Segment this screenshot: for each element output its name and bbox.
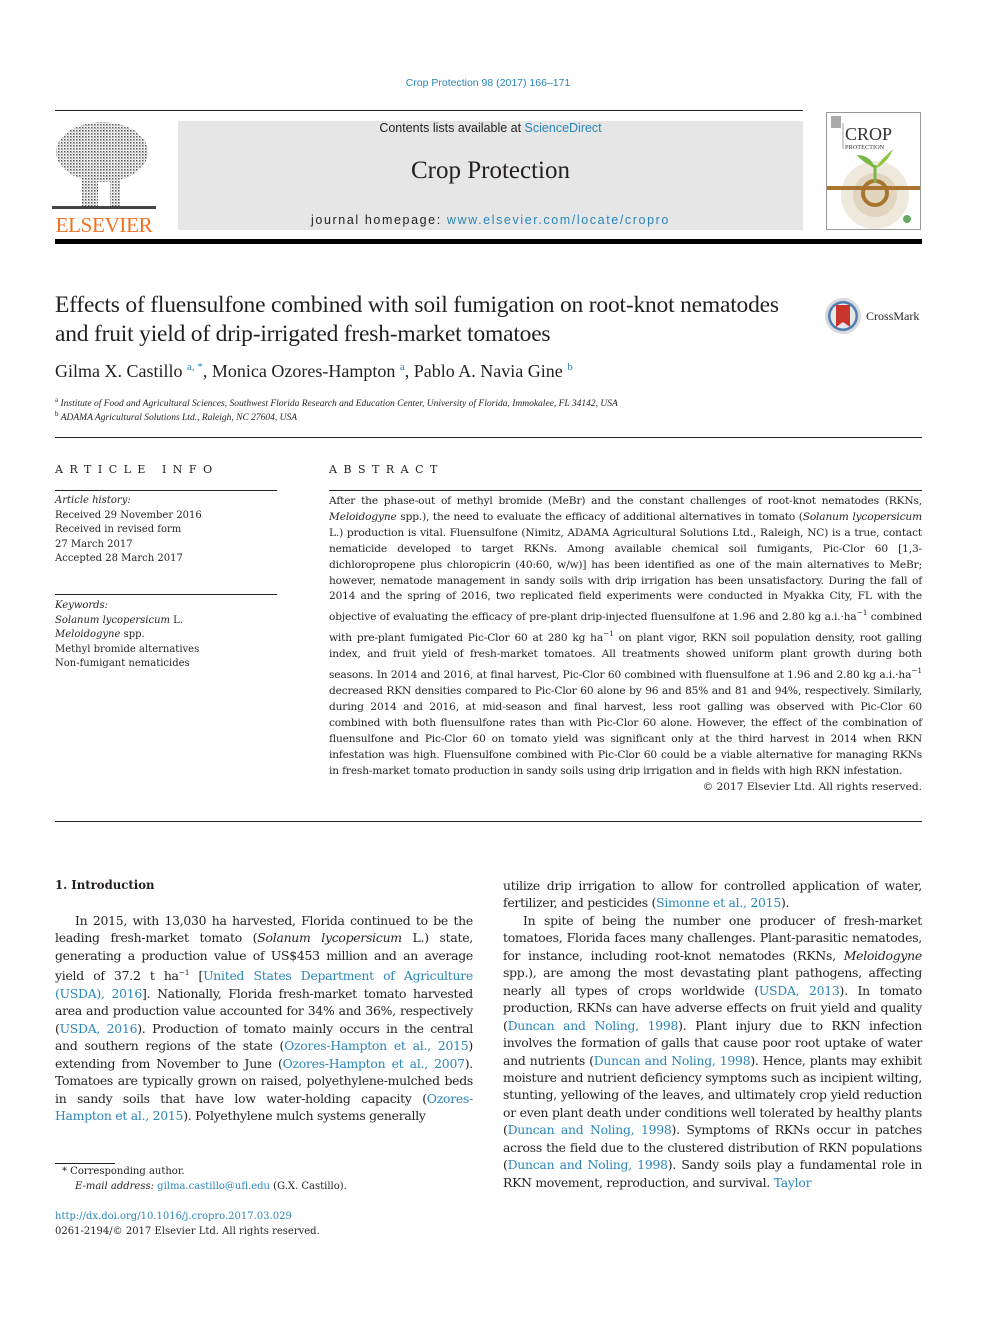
citation-link[interactable]: Duncan and Noling, 1998 — [508, 1122, 672, 1137]
keywords-label: Keywords: — [55, 600, 109, 611]
abstract-rule — [329, 490, 922, 491]
crossmark-label: CrossMark — [866, 308, 920, 323]
article-history: Article history: Received 29 November 20… — [55, 494, 277, 567]
header-top-rule — [55, 110, 803, 111]
journal-reference-link[interactable]: Crop Protection 98 (2017) 166–171 — [0, 77, 976, 89]
introduction-right-column: utilize drip irrigation to allow for con… — [503, 877, 922, 1191]
keyword-item: Solanum lycopersicum L. — [55, 614, 183, 626]
journal-homepage-link[interactable]: www.elsevier.com/locate/cropro — [447, 213, 670, 227]
issn-copyright: 0261-2194/© 2017 Elsevier Ltd. All right… — [55, 1226, 320, 1237]
affiliation-text: Institute of Food and Agricultural Scien… — [60, 399, 618, 409]
citation-link[interactable]: Duncan and Noling, 1998 — [508, 1157, 668, 1172]
cover-title-crop: CROP — [845, 124, 892, 144]
abstract-text: After the phase-out of methyl bromide (M… — [329, 495, 923, 777]
author-name: Monica Ozores-Hampton — [211, 361, 396, 381]
citation-link[interactable]: USDA, 2016 — [60, 1021, 138, 1036]
elsevier-wordmark: ELSEVIER — [55, 213, 153, 237]
crossmark-icon — [825, 298, 861, 334]
affiliation-a: a Institute of Food and Agricultural Sci… — [55, 396, 618, 409]
paragraph: utilize drip irrigation to allow for con… — [503, 878, 922, 911]
email-note: E-mail address: gilma.castillo@ufl.edu (… — [75, 1181, 347, 1192]
history-item: Received in revised form — [55, 524, 182, 535]
author-affiliation-mark[interactable]: a — [400, 361, 405, 373]
article-info-heading: ARTICLE INFO — [55, 463, 219, 476]
keywords-rule — [55, 594, 277, 595]
introduction-left-column: In 2015, with 13,030 ha harvested, Flori… — [55, 913, 473, 1123]
crop-protection-cover-icon: CROP PROTECTION — [827, 116, 920, 229]
history-item: Received 29 November 2016 — [55, 509, 202, 521]
journal-title: Crop Protection — [410, 157, 570, 184]
citation-link[interactable]: Duncan and Noling, 1998 — [508, 1018, 679, 1033]
history-item: Accepted 28 March 2017 — [55, 553, 183, 564]
abstract-heading: ABSTRACT — [329, 463, 444, 476]
footnote-rule — [55, 1163, 115, 1164]
author-name: Pablo A. Navia Gine — [413, 361, 563, 381]
sciencedirect-link[interactable]: ScienceDirect — [525, 121, 602, 135]
author-list: Gilma X. Castillo a, *, Monica Ozores-Ha… — [55, 361, 573, 381]
keyword-item: Methyl bromide alternatives — [55, 643, 200, 655]
affiliation-mark: a — [55, 396, 59, 404]
author-affiliation-mark[interactable]: a, * — [187, 361, 203, 373]
author-affiliation-mark[interactable]: b — [567, 361, 573, 373]
contents-prefix: Contents lists available at — [379, 121, 525, 135]
header-thick-rule — [55, 239, 922, 244]
paragraph: In spite of being the number one produce… — [503, 912, 922, 1190]
affiliation-mark: b — [55, 410, 59, 418]
section-rule — [55, 821, 922, 822]
doi-link[interactable]: http://dx.doi.org/10.1016/j.cropro.2017.… — [55, 1211, 292, 1222]
citation-link[interactable]: USDA, 2013 — [759, 983, 840, 998]
history-label: Article history: — [55, 495, 131, 506]
email-link[interactable]: gilma.castillo@ufl.edu — [157, 1181, 270, 1192]
corresponding-author-note: * Corresponding author. — [62, 1166, 185, 1177]
citation-link[interactable]: Taylor — [774, 1175, 812, 1190]
homepage-prefix: journal homepage: — [311, 213, 447, 227]
journal-cover-thumbnail[interactable]: CROP PROTECTION — [826, 112, 921, 230]
section-rule — [55, 437, 922, 438]
elsevier-tree-icon — [52, 122, 156, 209]
citation-link[interactable]: Ozores-Hampton et al., 2007 — [283, 1056, 465, 1071]
keyword-item: Meloidogyne spp. — [55, 629, 145, 640]
article-info-rule — [55, 490, 277, 491]
introduction-heading: 1. Introduction — [55, 878, 155, 892]
citation-link[interactable]: Duncan and Noling, 1998 — [594, 1053, 751, 1068]
citation-link[interactable]: Simonne et al., 2015 — [656, 895, 781, 910]
keyword-item: Non-fumigant nematicides — [55, 658, 190, 669]
citation-link[interactable]: Ozores-Hampton et al., 2015 — [284, 1038, 469, 1053]
crossmark-button[interactable]: CrossMark — [824, 296, 934, 336]
abstract-copyright: © 2017 Elsevier Ltd. All rights reserved… — [702, 781, 922, 793]
author-name: Gilma X. Castillo — [55, 361, 183, 381]
contents-line: Contents lists available at ScienceDirec… — [178, 121, 803, 135]
cover-title-protection: PROTECTION — [845, 144, 885, 151]
affiliation-b: b ADAMA Agricultural Solutions Ltd., Ral… — [55, 410, 297, 423]
affiliation-text: ADAMA Agricultural Solutions Ltd., Ralei… — [60, 413, 298, 423]
article-title: Effects of fluensulfone combined with so… — [55, 292, 779, 347]
history-item: 27 March 2017 — [55, 538, 133, 550]
keywords-list: Keywords: Solanum lycopersicum L. Meloid… — [55, 599, 277, 672]
homepage-line: journal homepage: www.elsevier.com/locat… — [178, 213, 803, 227]
